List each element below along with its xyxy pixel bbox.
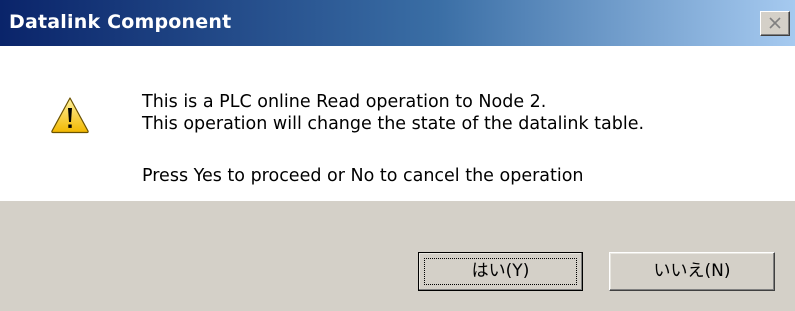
message-line-2: This operation will change the state of … xyxy=(142,114,645,134)
no-button[interactable]: いいえ(N) xyxy=(609,252,775,291)
close-icon xyxy=(769,17,781,29)
title-bar[interactable]: Datalink Component xyxy=(0,0,795,46)
no-button-label: いいえ(N) xyxy=(653,261,731,281)
warning-icon xyxy=(51,97,89,134)
message-line-1: This is a PLC online Read operation to N… xyxy=(142,92,547,112)
close-button[interactable] xyxy=(760,11,790,36)
yes-button[interactable]: はい(Y) xyxy=(418,252,583,291)
message-area: This is a PLC online Read operation to N… xyxy=(0,46,795,201)
button-bar: はい(Y) いいえ(N) xyxy=(0,201,795,311)
message-line-3: Press Yes to proceed or No to cancel the… xyxy=(142,166,584,186)
window-title: Datalink Component xyxy=(9,11,232,33)
message-dialog: Datalink Component This is a PLC online … xyxy=(0,0,795,311)
focus-rectangle xyxy=(424,258,577,285)
